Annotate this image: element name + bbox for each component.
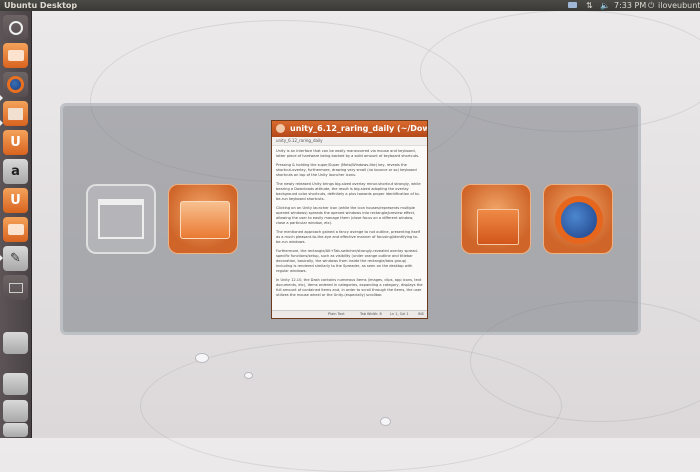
network-icon[interactable]: ⇅ [586,0,593,11]
preview-title: unity_6.12_raring_daily (~/Downloads) [290,124,427,133]
editor-paragraph: The newly released Unity brings big-size… [276,182,421,201]
ubuntu-logo-icon [8,20,23,35]
folder-glyph-icon [7,50,24,61]
editor-paragraph: The mentioned approach gained a fancy av… [276,230,421,244]
editor-paragraph: In Unity 12.10, the Dash contains numero… [276,278,423,297]
ubuntu-one-glyph-icon: U [10,135,21,150]
amazon-glyph-icon: a [11,164,20,179]
firefox-globe-icon [7,76,24,93]
top-panel: Ubuntu Desktop ⇅ 🔈 7:33 PM ⏻ iloveubuntu [0,0,700,11]
firefox-app-icon[interactable] [3,72,28,97]
folder-glyph-icon [180,201,230,239]
software-center-app-icon[interactable] [3,101,28,126]
syntax-mode-label[interactable]: Plain Text [328,311,345,318]
wallpaper-snowball [195,353,209,363]
dash-home-icon[interactable] [3,15,28,40]
wallpaper-snowball [380,417,391,426]
editor-paragraph: Furthermore, the rectangle/Alt+Tab-switc… [276,249,418,273]
drive-icon-1[interactable] [3,332,28,354]
editor-paragraph: Pressing & holding the super/Super (Meta… [276,163,417,177]
clock-label[interactable]: 7:33 PM [614,0,646,11]
folder-glyph-icon [7,224,24,235]
power-icon[interactable]: ⏻ [648,0,654,11]
drive-icon-2[interactable] [3,373,28,395]
workspace-switcher-icon[interactable] [3,275,28,300]
software-center-bag-icon[interactable] [461,184,531,254]
text-editor-window-preview[interactable]: unity_6.12_raring_daily (~/Downloads) un… [271,120,428,319]
insert-mode-label: INS [418,312,424,316]
ubuntu-one-music-app-icon[interactable]: U [3,188,28,213]
preview-titlebar: unity_6.12_raring_daily (~/Downloads) [272,121,427,137]
volume-icon[interactable]: 🔈 [600,0,610,11]
window-title: Ubuntu Desktop [4,1,78,10]
shopping-bag-icon [477,209,519,245]
launcher: U a U ✎ [0,11,32,438]
trash-icon[interactable] [3,423,28,437]
mail-icon[interactable] [568,2,577,8]
shopping-bag-icon [8,107,23,120]
drive-icon-3[interactable] [3,400,28,422]
close-icon[interactable] [276,124,285,133]
tab-width-label[interactable]: Tab Width: 8 [360,311,382,318]
pencil-icon: ✎ [10,251,21,266]
editor-paragraph: Unity is an interface that can be easily… [276,149,420,158]
folder-app-icon[interactable] [3,217,28,242]
running-indicator [0,255,3,261]
user-name-label[interactable]: iloveubuntu [658,0,700,11]
editor-paragraph: Clicking on an Unity launcher icon (whil… [276,206,416,225]
editor-statusbar: Plain Text Tab Width: 8 Ln 1, Col 1 INS [272,310,427,318]
running-indicator [0,120,3,126]
wallpaper-snowball [244,372,253,379]
firefox-globe-icon [555,196,603,244]
window-frame-icon [98,199,144,239]
files-app-icon[interactable] [3,43,28,68]
workspace-grid-icon [8,282,23,293]
editor-text-body[interactable]: Unity is an interface that can be easily… [272,146,427,305]
running-indicator [0,95,3,101]
firefox-icon[interactable] [543,184,613,254]
ubuntu-one-app-icon[interactable]: U [3,130,28,155]
editor-tab-label: unity_6.12_raring_daily [276,138,323,143]
text-editor-app-icon[interactable]: ✎ [3,246,28,271]
ubuntu-one-glyph-icon: U [10,193,21,208]
files-folder-icon[interactable] [168,184,238,254]
amazon-app-icon[interactable]: a [3,159,28,184]
desktop-window-icon[interactable] [86,184,156,254]
cursor-position-label: Ln 1, Col 1 [390,312,409,316]
editor-tab[interactable]: unity_6.12_raring_daily [272,137,427,146]
